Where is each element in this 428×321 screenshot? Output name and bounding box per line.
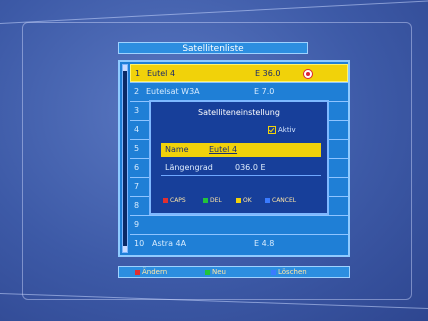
list-item[interactable]: 10 Astra 4A E 4.8 xyxy=(130,235,348,253)
active-checkbox[interactable]: Aktiv xyxy=(268,126,296,134)
checkmark-icon xyxy=(268,126,276,134)
ok-key-hint[interactable]: OK xyxy=(236,195,252,207)
blue-key-icon xyxy=(271,269,276,275)
delete-key-hint[interactable]: Löschen xyxy=(271,267,307,277)
green-key-icon xyxy=(203,198,208,203)
list-item[interactable]: 1 Eutel 4 E 36.0 xyxy=(130,64,348,82)
del-key-hint[interactable]: DEL xyxy=(203,195,222,207)
dialog-title: Satelliteneinstellung xyxy=(198,108,280,117)
change-key-hint[interactable]: Ändern xyxy=(135,267,167,277)
red-key-icon xyxy=(135,269,140,275)
scrollbar[interactable] xyxy=(122,64,128,253)
window-title: Satellitenliste xyxy=(118,42,308,54)
new-key-hint[interactable]: Neu xyxy=(205,267,226,277)
bottom-key-hints: Ändern Neu Löschen xyxy=(118,266,350,278)
cancel-key-hint[interactable]: CANCEL xyxy=(265,195,296,207)
scroll-up-icon[interactable] xyxy=(123,65,127,71)
longitude-field[interactable]: Längengrad 036.0 E xyxy=(161,161,321,176)
red-key-icon xyxy=(163,198,168,203)
yellow-key-icon xyxy=(236,198,241,203)
scroll-down-icon[interactable] xyxy=(123,246,127,252)
caps-key-hint[interactable]: CAPS xyxy=(163,195,186,207)
green-key-icon xyxy=(205,269,210,275)
active-satellite-icon xyxy=(303,69,313,79)
list-item[interactable]: 9 xyxy=(130,216,348,234)
tv-screen: Satellitenliste 1 Eutel 4 E 36.0 2 Eutel… xyxy=(0,0,428,321)
list-item[interactable]: 2 Eutelsat W3A E 7.0 xyxy=(130,83,348,101)
blue-key-icon xyxy=(265,198,270,203)
dialog-key-legend: CAPS DEL OK CANCEL xyxy=(161,195,321,207)
satellite-settings-dialog: Satelliteneinstellung Aktiv Name Eutel 4… xyxy=(149,100,329,215)
name-field[interactable]: Name Eutel 4 xyxy=(161,143,321,157)
